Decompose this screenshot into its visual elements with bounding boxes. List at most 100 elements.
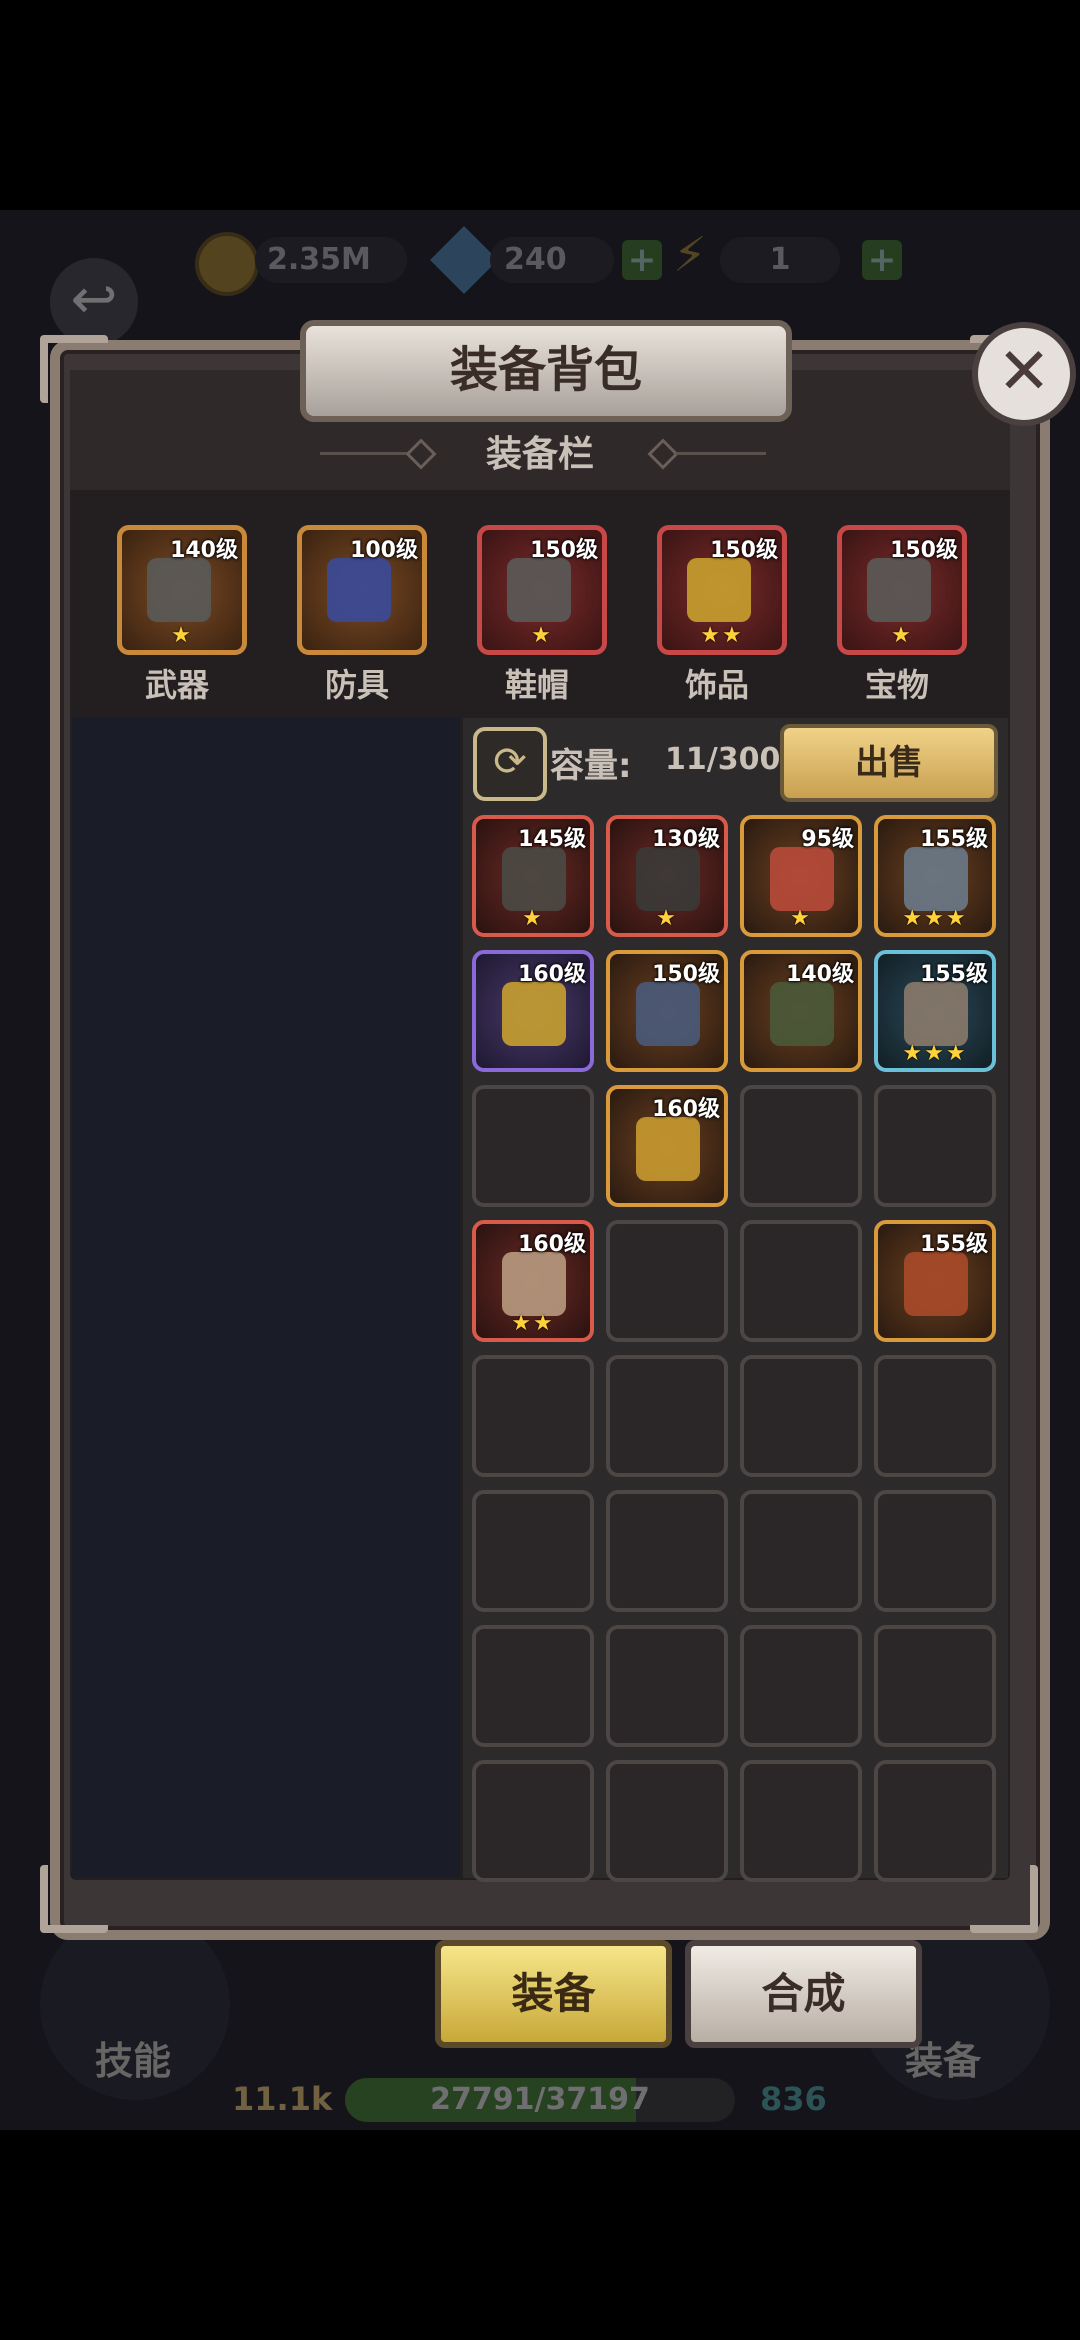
inventory-item[interactable]: 155级 [874,1220,996,1342]
inventory-item[interactable]: 140级 [740,950,862,1072]
inventory-empty-slot[interactable] [606,1220,728,1342]
frame-corner [40,335,108,403]
panel-title: 装备背包 [300,320,792,422]
inventory-empty-slot[interactable] [740,1220,862,1342]
inventory-empty-slot[interactable] [606,1760,728,1882]
inventory-empty-slot[interactable] [874,1625,996,1747]
cannon-icon [904,1252,968,1316]
item-stars: ★★ [511,1311,555,1336]
inventory-empty-slot[interactable] [472,1490,594,1612]
power-value: 11.1k [232,2080,333,2118]
gold-coin-icon [195,232,259,296]
crossbow-icon [636,982,700,1046]
add-energy-icon: + [862,240,902,280]
gem-icon [430,226,498,294]
add-gems-icon: + [622,240,662,280]
boots-icon [770,982,834,1046]
equipped-slot-1[interactable]: 100级 [297,525,427,655]
armor-icon [327,558,391,622]
equip-section-title: 装备栏 [485,434,594,475]
helmet-icon [770,847,834,911]
equipped-slot-label: 饰品 [684,666,749,704]
inventory-empty-slot[interactable] [606,1625,728,1747]
refresh-sort-icon[interactable]: ⟳ [473,727,547,801]
relic-icon [867,558,931,622]
hood-icon [636,847,700,911]
item-level: 160级 [518,1232,586,1257]
inventory-item[interactable]: 130级 ★ [606,815,728,937]
raygun-icon [636,1117,700,1181]
hood-icon [507,558,571,622]
inventory-item[interactable]: 160级 ★★ [472,1220,594,1342]
inventory-item[interactable]: 95级 ★ [740,815,862,937]
item-level: 140级 [786,962,854,987]
inventory-empty-slot[interactable] [740,1760,862,1882]
pistol-icon [904,982,968,1046]
inventory-item[interactable]: 155级 ★★★ [874,815,996,937]
item-stars: ★ [656,906,678,931]
inventory-empty-slot[interactable] [740,1625,862,1747]
right-value: 836 [760,2080,827,2118]
equipped-slot-0[interactable]: 140级 ★ [117,525,247,655]
gauntlet-icon [147,558,211,622]
inventory-empty-slot[interactable] [472,1085,594,1207]
inventory-item[interactable]: 155级 ★★★ [874,950,996,1072]
item-level: 160级 [518,962,586,987]
gold-amount: 2.35M [255,237,407,283]
character-preview-area [72,718,460,1878]
progress-text: 27791/37197 [430,2082,650,2117]
inventory-empty-slot[interactable] [874,1085,996,1207]
equipped-slot-4[interactable]: 150级 ★ [837,525,967,655]
item-level: 155级 [920,827,988,852]
resource-bar: 2.35M 240 + ⚡ 1 + [0,225,1080,296]
item-level: 150级 [652,962,720,987]
energy-amount: 1 [720,237,840,283]
item-level: 150级 [530,538,598,563]
inventory-empty-slot[interactable] [606,1355,728,1477]
equipped-slot-label: 防具 [324,666,389,704]
spear-icon [904,847,968,911]
inventory-empty-slot[interactable] [472,1355,594,1477]
inventory-item[interactable]: 145级 ★ [472,815,594,937]
item-stars: ★★★ [902,1041,968,1066]
equipped-slot-label: 武器 [144,666,209,704]
inventory-empty-slot[interactable] [606,1490,728,1612]
item-level: 130级 [652,827,720,852]
sell-button[interactable]: 出售 [780,724,998,802]
capacity-value: 11/300 [665,742,781,777]
close-icon[interactable]: ✕ [972,322,1076,426]
inventory-empty-slot[interactable] [740,1355,862,1477]
ring-icon [502,982,566,1046]
inventory-empty-slot[interactable] [874,1490,996,1612]
item-stars: ★ [531,623,553,648]
equipped-slot-label: 宝物 [864,666,929,704]
inventory-empty-slot[interactable] [740,1490,862,1612]
necklace-icon [687,558,751,622]
inventory-empty-slot[interactable] [740,1085,862,1207]
bottom-status-bar: 11.1k 27791/37197 836 [0,2070,1080,2130]
item-stars: ★★★ [902,906,968,931]
equipped-slot-2[interactable]: 150级 ★ [477,525,607,655]
item-level: 145级 [518,827,586,852]
cones-icon [502,1252,566,1316]
item-level: 150级 [710,538,778,563]
tab-equip[interactable]: 装备 [435,1940,672,2048]
inventory-item[interactable]: 160级 [472,950,594,1072]
inventory-item[interactable]: 160级 [606,1085,728,1207]
item-level: 155级 [920,962,988,987]
inventory-item[interactable]: 150级 [606,950,728,1072]
tab-synth[interactable]: 合成 [685,1940,922,2048]
inventory-empty-slot[interactable] [874,1760,996,1882]
equipped-slot-label: 鞋帽 [504,666,569,704]
equipped-slot-3[interactable]: 150级 ★★ [657,525,787,655]
inventory-empty-slot[interactable] [472,1625,594,1747]
gem-amount: 240 [490,237,614,283]
inventory-empty-slot[interactable] [472,1760,594,1882]
capacity-label: 容量: [550,746,632,786]
item-level: 140级 [170,538,238,563]
inventory-empty-slot[interactable] [874,1355,996,1477]
item-level: 95级 [801,827,854,852]
rifle-icon [502,847,566,911]
item-level: 150级 [890,538,958,563]
item-stars: ★ [790,906,812,931]
